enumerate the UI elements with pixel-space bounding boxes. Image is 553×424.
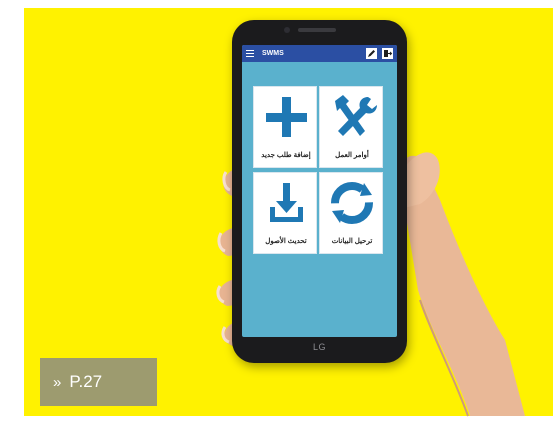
page-reference-badge[interactable]: » P.27 bbox=[40, 358, 157, 406]
front-camera-icon bbox=[284, 27, 290, 33]
download-icon bbox=[270, 183, 303, 222]
update-assets-tile[interactable]: تحديث الأصول bbox=[253, 172, 317, 254]
earpiece-speaker bbox=[298, 28, 336, 32]
scene: SWMS إضافة طلب جديد أوامر العمل تحديث ال… bbox=[0, 0, 553, 424]
phone-brand-logo: LG bbox=[312, 342, 326, 352]
work-orders-tile[interactable]: أوامر العمل bbox=[319, 86, 383, 168]
smartphone: SWMS إضافة طلب جديد أوامر العمل تحديث ال… bbox=[232, 20, 407, 363]
hammer-wrench-icon bbox=[335, 95, 377, 136]
work-orders-label: أوامر العمل bbox=[335, 152, 369, 159]
phone-screen: SWMS إضافة طلب جديد أوامر العمل تحديث ال… bbox=[242, 45, 397, 337]
plus-icon bbox=[266, 97, 307, 137]
app-bar: SWMS bbox=[242, 45, 397, 62]
data-sync-label: ترحيل البيانات bbox=[331, 238, 373, 245]
logout-door-icon[interactable] bbox=[381, 48, 393, 60]
chevron-right-icon: » bbox=[53, 373, 62, 391]
menu-grid: إضافة طلب جديد أوامر العمل تحديث الأصول … bbox=[253, 86, 385, 258]
update-assets-label: تحديث الأصول bbox=[265, 238, 307, 245]
sync-icon bbox=[331, 182, 373, 224]
pencil-edit-icon[interactable] bbox=[365, 48, 377, 60]
add-request-tile[interactable]: إضافة طلب جديد bbox=[253, 86, 317, 168]
data-sync-tile[interactable]: ترحيل البيانات bbox=[319, 172, 383, 254]
add-request-label: إضافة طلب جديد bbox=[261, 152, 311, 159]
hamburger-menu-icon[interactable] bbox=[246, 50, 254, 57]
app-title: SWMS bbox=[262, 50, 284, 57]
page-reference-text: P.27 bbox=[69, 372, 103, 391]
